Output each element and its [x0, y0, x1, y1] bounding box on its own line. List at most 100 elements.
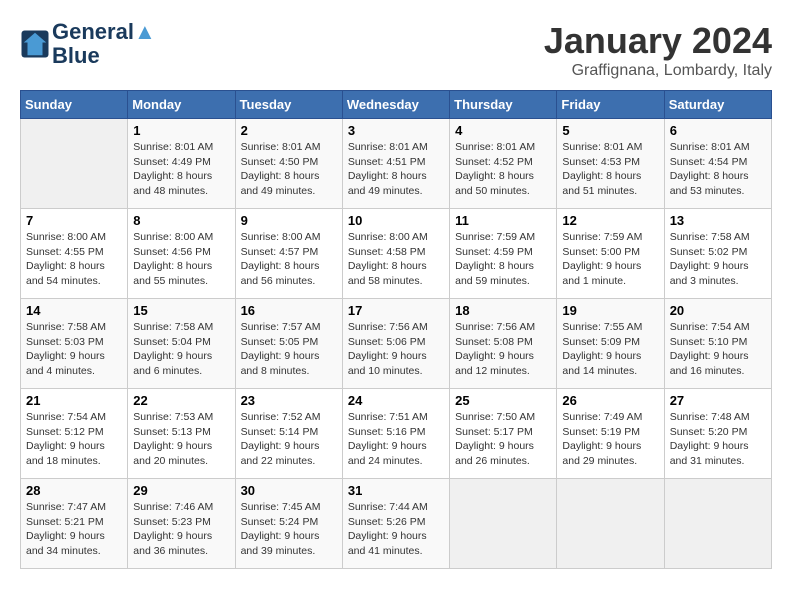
calendar-cell: 9Sunrise: 8:00 AMSunset: 4:57 PMDaylight… — [235, 209, 342, 299]
calendar-cell — [21, 119, 128, 209]
calendar-cell: 6 Sunrise: 8:01 AMSunset: 4:54 PMDaylight… — [664, 119, 771, 209]
cell-info: Sunrise: 8:00 AMSunset: 4:58 PMDaylight:… — [348, 230, 444, 289]
calendar-cell: 24 Sunrise: 7:51 AMSunset: 5:16 PMDayligh… — [342, 389, 449, 479]
day-number: 28 — [26, 483, 122, 498]
calendar-cell: 17Sunrise: 7:56 AMSunset: 5:06 PMDayligh… — [342, 299, 449, 389]
calendar-cell — [664, 479, 771, 569]
day-number: 3 — [348, 123, 444, 138]
calendar-cell: 16 Sunrise: 7:57 AMSunset: 5:05 PMDayligh… — [235, 299, 342, 389]
calendar-cell: 30 Sunrise: 7:45 AMSunset: 5:24 PMDayligh… — [235, 479, 342, 569]
calendar-cell: 11Sunrise: 7:59 AMSunset: 4:59 PMDayligh… — [450, 209, 557, 299]
calendar-cell: 10Sunrise: 8:00 AMSunset: 4:58 PMDayligh… — [342, 209, 449, 299]
day-number: 19 — [562, 303, 658, 318]
cell-info: Sunrise: 7:46 AMSunset: 5:23 PMDaylight:… — [133, 500, 229, 559]
day-number: 14 — [26, 303, 122, 318]
cell-info: Sunrise: 7:47 AMSunset: 5:21 PMDaylight:… — [26, 500, 122, 559]
day-number: 2 — [241, 123, 337, 138]
calendar-cell: 23Sunrise: 7:52 AMSunset: 5:14 PMDayligh… — [235, 389, 342, 479]
cell-info: Sunrise: 7:50 AMSunset: 5:17 PMDaylight:… — [455, 410, 551, 469]
month-title: January 2024 — [544, 20, 772, 62]
cell-info: Sunrise: 7:57 AMSunset: 5:05 PMDaylight:… — [241, 320, 337, 379]
calendar-week-row: 28 Sunrise: 7:47 AMSunset: 5:21 PMDayligh… — [21, 479, 772, 569]
calendar-cell: 7 Sunrise: 8:00 AMSunset: 4:55 PMDaylight… — [21, 209, 128, 299]
day-number: 8 — [133, 213, 229, 228]
day-number: 16 — [241, 303, 337, 318]
cell-info: Sunrise: 7:58 AMSunset: 5:02 PMDaylight:… — [670, 230, 766, 289]
calendar-cell: 28 Sunrise: 7:47 AMSunset: 5:21 PMDayligh… — [21, 479, 128, 569]
cell-info: Sunrise: 8:01 AMSunset: 4:51 PMDaylight:… — [348, 140, 444, 199]
day-number: 12 — [562, 213, 658, 228]
calendar-cell: 25Sunrise: 7:50 AMSunset: 5:17 PMDayligh… — [450, 389, 557, 479]
cell-info: Sunrise: 7:56 AMSunset: 5:08 PMDaylight:… — [455, 320, 551, 379]
calendar-week-row: 7 Sunrise: 8:00 AMSunset: 4:55 PMDaylight… — [21, 209, 772, 299]
calendar-cell: 3 Sunrise: 8:01 AMSunset: 4:51 PMDaylight… — [342, 119, 449, 209]
cell-info: Sunrise: 8:00 AMSunset: 4:55 PMDaylight:… — [26, 230, 122, 289]
weekday-header: Saturday — [664, 91, 771, 119]
cell-info: Sunrise: 8:00 AMSunset: 4:57 PMDaylight:… — [241, 230, 337, 289]
cell-info: Sunrise: 8:01 AMSunset: 4:52 PMDaylight:… — [455, 140, 551, 199]
weekday-header: Monday — [128, 91, 235, 119]
cell-info: Sunrise: 7:49 AMSunset: 5:19 PMDaylight:… — [562, 410, 658, 469]
cell-info: Sunrise: 7:59 AMSunset: 5:00 PMDaylight:… — [562, 230, 658, 289]
cell-info: Sunrise: 7:54 AMSunset: 5:12 PMDaylight:… — [26, 410, 122, 469]
day-number: 15 — [133, 303, 229, 318]
day-number: 1 — [133, 123, 229, 138]
cell-info: Sunrise: 7:58 AMSunset: 5:04 PMDaylight:… — [133, 320, 229, 379]
day-number: 31 — [348, 483, 444, 498]
day-number: 7 — [26, 213, 122, 228]
page-header: General▲ Blue January 2024 Graffignana, … — [20, 20, 772, 80]
day-number: 5 — [562, 123, 658, 138]
cell-info: Sunrise: 8:01 AMSunset: 4:50 PMDaylight:… — [241, 140, 337, 199]
calendar-cell: 5 Sunrise: 8:01 AMSunset: 4:53 PMDaylight… — [557, 119, 664, 209]
day-number: 18 — [455, 303, 551, 318]
calendar-cell: 27Sunrise: 7:48 AMSunset: 5:20 PMDayligh… — [664, 389, 771, 479]
day-number: 13 — [670, 213, 766, 228]
calendar-cell: 1 Sunrise: 8:01 AMSunset: 4:49 PMDaylight… — [128, 119, 235, 209]
calendar-cell: 21 Sunrise: 7:54 AMSunset: 5:12 PMDayligh… — [21, 389, 128, 479]
logo-icon — [20, 29, 50, 59]
location-title: Graffignana, Lombardy, Italy — [544, 62, 772, 80]
weekday-header: Wednesday — [342, 91, 449, 119]
calendar-cell: 8 Sunrise: 8:00 AMSunset: 4:56 PMDaylight… — [128, 209, 235, 299]
day-number: 21 — [26, 393, 122, 408]
calendar-cell: 19 Sunrise: 7:55 AMSunset: 5:09 PMDayligh… — [557, 299, 664, 389]
calendar-cell: 15 Sunrise: 7:58 AMSunset: 5:04 PMDayligh… — [128, 299, 235, 389]
calendar-week-row: 21 Sunrise: 7:54 AMSunset: 5:12 PMDayligh… — [21, 389, 772, 479]
calendar-cell: 2 Sunrise: 8:01 AMSunset: 4:50 PMDaylight… — [235, 119, 342, 209]
cell-info: Sunrise: 7:44 AMSunset: 5:26 PMDaylight:… — [348, 500, 444, 559]
calendar-cell: 13 Sunrise: 7:58 AMSunset: 5:02 PMDayligh… — [664, 209, 771, 299]
title-area: January 2024 Graffignana, Lombardy, Ital… — [544, 20, 772, 80]
calendar-cell: 4 Sunrise: 8:01 AMSunset: 4:52 PMDaylight… — [450, 119, 557, 209]
day-number: 24 — [348, 393, 444, 408]
calendar-week-row: 14 Sunrise: 7:58 AMSunset: 5:03 PMDayligh… — [21, 299, 772, 389]
cell-info: Sunrise: 7:48 AMSunset: 5:20 PMDaylight:… — [670, 410, 766, 469]
day-number: 6 — [670, 123, 766, 138]
calendar-cell: 22 Sunrise: 7:53 AMSunset: 5:13 PMDayligh… — [128, 389, 235, 479]
cell-info: Sunrise: 8:01 AMSunset: 4:54 PMDaylight:… — [670, 140, 766, 199]
day-number: 30 — [241, 483, 337, 498]
day-number: 4 — [455, 123, 551, 138]
cell-info: Sunrise: 7:53 AMSunset: 5:13 PMDaylight:… — [133, 410, 229, 469]
calendar-cell: 18 Sunrise: 7:56 AMSunset: 5:08 PMDayligh… — [450, 299, 557, 389]
cell-info: Sunrise: 8:01 AMSunset: 4:49 PMDaylight:… — [133, 140, 229, 199]
weekday-header: Thursday — [450, 91, 557, 119]
day-number: 22 — [133, 393, 229, 408]
cell-info: Sunrise: 7:51 AMSunset: 5:16 PMDaylight:… — [348, 410, 444, 469]
weekday-header: Tuesday — [235, 91, 342, 119]
cell-info: Sunrise: 8:01 AMSunset: 4:53 PMDaylight:… — [562, 140, 658, 199]
cell-info: Sunrise: 7:45 AMSunset: 5:24 PMDaylight:… — [241, 500, 337, 559]
day-number: 20 — [670, 303, 766, 318]
calendar-cell: 29 Sunrise: 7:46 AMSunset: 5:23 PMDayligh… — [128, 479, 235, 569]
weekday-header: Friday — [557, 91, 664, 119]
cell-info: Sunrise: 7:55 AMSunset: 5:09 PMDaylight:… — [562, 320, 658, 379]
calendar-cell: 12 Sunrise: 7:59 AMSunset: 5:00 PMDayligh… — [557, 209, 664, 299]
calendar-cell: 20Sunrise: 7:54 AMSunset: 5:10 PMDayligh… — [664, 299, 771, 389]
day-number: 29 — [133, 483, 229, 498]
cell-info: Sunrise: 8:00 AMSunset: 4:56 PMDaylight:… — [133, 230, 229, 289]
weekday-header: Sunday — [21, 91, 128, 119]
calendar-cell — [450, 479, 557, 569]
day-number: 11 — [455, 213, 551, 228]
day-number: 17 — [348, 303, 444, 318]
calendar-cell: 31 Sunrise: 7:44 AMSunset: 5:26 PMDayligh… — [342, 479, 449, 569]
cell-info: Sunrise: 7:58 AMSunset: 5:03 PMDaylight:… — [26, 320, 122, 379]
